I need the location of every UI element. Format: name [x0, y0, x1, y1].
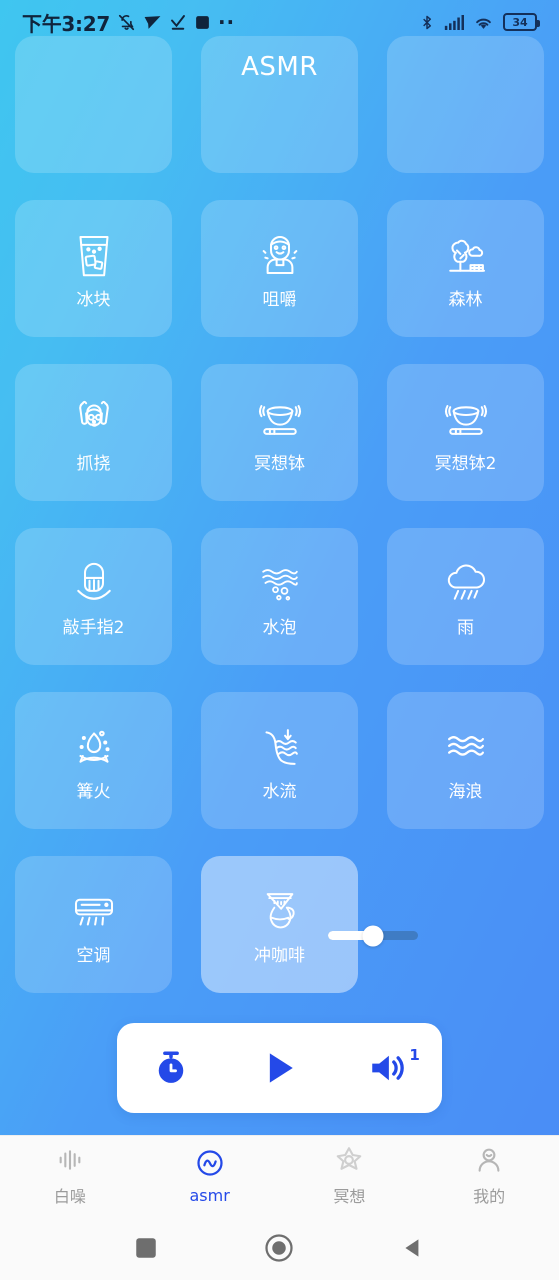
slider-thumb[interactable]	[362, 925, 383, 946]
sound-card-bowl[interactable]: 冥想钵	[201, 364, 358, 501]
sound-card-campfire[interactable]: 篝火	[15, 692, 172, 829]
campfire-icon	[67, 720, 121, 774]
star-lotus-icon	[333, 1144, 365, 1176]
timer-button[interactable]	[141, 1038, 201, 1098]
sound-card-label: 雨	[457, 618, 474, 638]
sound-card-label: 抓挠	[76, 454, 111, 474]
sound-card-label: 敲手指2	[62, 618, 125, 638]
cellular-signal-icon	[444, 14, 464, 30]
nav-item-profile[interactable]: 我的	[419, 1144, 559, 1207]
volume-badge: 1	[409, 1046, 420, 1064]
user-profile-icon	[473, 1144, 505, 1176]
nav-item-meditation[interactable]: 冥想	[280, 1144, 420, 1207]
recents-button[interactable]	[133, 1235, 159, 1261]
nav-item-label: 冥想	[333, 1187, 366, 1206]
sound-card-rain[interactable]: 雨	[387, 528, 544, 665]
sound-card-pour-over-coffee[interactable]: 冲咖啡	[201, 856, 358, 993]
battery-icon: 34	[503, 13, 540, 31]
home-circle-icon	[265, 1233, 294, 1262]
sound-card-label: 篝火	[76, 782, 111, 802]
bluetooth-icon	[423, 15, 432, 29]
sound-card-ice[interactable]: 冰块	[15, 200, 172, 337]
sound-card-label: 冥想钵2	[434, 454, 497, 474]
sound-card-label: 水泡	[262, 618, 297, 638]
sound-card-partial[interactable]	[201, 36, 358, 173]
download-check-icon	[170, 15, 185, 30]
status-bar-right: 34	[419, 13, 540, 32]
sound-card-bowl-2[interactable]: 冥想钵2	[387, 364, 544, 501]
singing-bowl-icon	[439, 392, 493, 446]
bottom-navigation: 白噪 asmr 冥想 我的	[0, 1135, 559, 1215]
home-button[interactable]	[264, 1233, 294, 1263]
player-bar: 1	[117, 1023, 442, 1113]
back-triangle-icon	[405, 1238, 419, 1257]
slider-wrapper	[294, 925, 451, 946]
singing-bowl-icon	[253, 392, 307, 446]
sound-card-label: 冲咖啡	[254, 946, 305, 966]
grid-empty-cell	[387, 856, 544, 993]
ice-glass-icon	[67, 228, 121, 282]
status-bar-clock: 下午3:27	[22, 11, 110, 36]
sound-card-label: 冰块	[76, 290, 111, 310]
scratching-head-icon	[67, 392, 121, 446]
water-stream-icon	[253, 720, 307, 774]
sound-card-label: 森林	[448, 290, 483, 310]
nav-item-asmr[interactable]: asmr	[140, 1147, 280, 1205]
sound-card-label: 水流	[262, 782, 297, 802]
sound-card-air-conditioner[interactable]: 空调	[15, 856, 172, 993]
timer-icon	[158, 1051, 184, 1083]
wifi-icon	[476, 18, 491, 29]
play-button[interactable]	[249, 1038, 309, 1098]
sound-grid-scroll-area[interactable]: 冰块 咀嚼 森林 抓挠 冥想钵 冥想钵2 敲手指2 水泡 雨 篝火 水流 海浪 …	[0, 36, 559, 1013]
battery-level: 34	[512, 15, 528, 29]
send-arrow-icon	[144, 15, 161, 29]
android-navigation-bar	[0, 1215, 559, 1280]
square-icon	[196, 15, 209, 29]
sound-card-forest[interactable]: 森林	[387, 200, 544, 337]
sound-grid: 冰块 咀嚼 森林 抓挠 冥想钵 冥想钵2 敲手指2 水泡 雨 篝火 水流 海浪 …	[0, 36, 559, 993]
recents-square-icon	[136, 1237, 156, 1258]
sound-card-ocean-waves[interactable]: 海浪	[387, 692, 544, 829]
active-sound-volume-slider-row	[0, 925, 559, 946]
asmr-wave-icon	[194, 1147, 226, 1179]
finger-tap-icon	[67, 556, 121, 610]
nav-item-label: 白噪	[53, 1187, 86, 1206]
forest-tree-icon	[439, 228, 493, 282]
sound-card-scratching[interactable]: 抓挠	[15, 364, 172, 501]
sound-card-label: 咀嚼	[262, 290, 297, 310]
play-icon	[270, 1053, 294, 1083]
ocean-waves-icon	[439, 720, 493, 774]
nav-item-white-noise[interactable]: 白噪	[0, 1144, 140, 1207]
bell-muted-icon	[118, 14, 135, 30]
sound-card-chewing[interactable]: 咀嚼	[201, 200, 358, 337]
sound-card-label: 海浪	[448, 782, 483, 802]
sound-card-label: 冥想钵	[254, 454, 305, 474]
nav-item-label: 我的	[473, 1187, 506, 1206]
status-bar-left: 下午3:27 ··	[22, 8, 235, 37]
sound-card-partial[interactable]	[15, 36, 172, 173]
sound-card-partial[interactable]	[387, 36, 544, 173]
rain-cloud-icon	[439, 556, 493, 610]
sound-card-water-stream[interactable]: 水流	[201, 692, 358, 829]
air-conditioner-icon	[67, 884, 121, 938]
waveform-icon	[54, 1144, 86, 1176]
sound-card-finger-tap-2[interactable]: 敲手指2	[15, 528, 172, 665]
chewing-person-icon	[253, 228, 307, 282]
volume-icon	[372, 1055, 404, 1081]
phone-screen: 下午3:27 ·· 34 ASMR 冰块 咀嚼 森林 抓挠 冥想钵 冥想钵2 敲…	[0, 0, 559, 1280]
pour-over-coffee-icon	[253, 884, 307, 938]
more-dots-icon: ··	[217, 10, 236, 34]
volume-button[interactable]: 1	[358, 1038, 420, 1098]
sound-card-label: 空调	[76, 946, 111, 966]
bubbles-icon	[253, 556, 307, 610]
back-button[interactable]	[400, 1235, 426, 1261]
nav-item-label: asmr	[189, 1185, 230, 1205]
sound-card-bubbles[interactable]: 水泡	[201, 528, 358, 665]
active-sound-volume-slider[interactable]	[327, 925, 418, 946]
